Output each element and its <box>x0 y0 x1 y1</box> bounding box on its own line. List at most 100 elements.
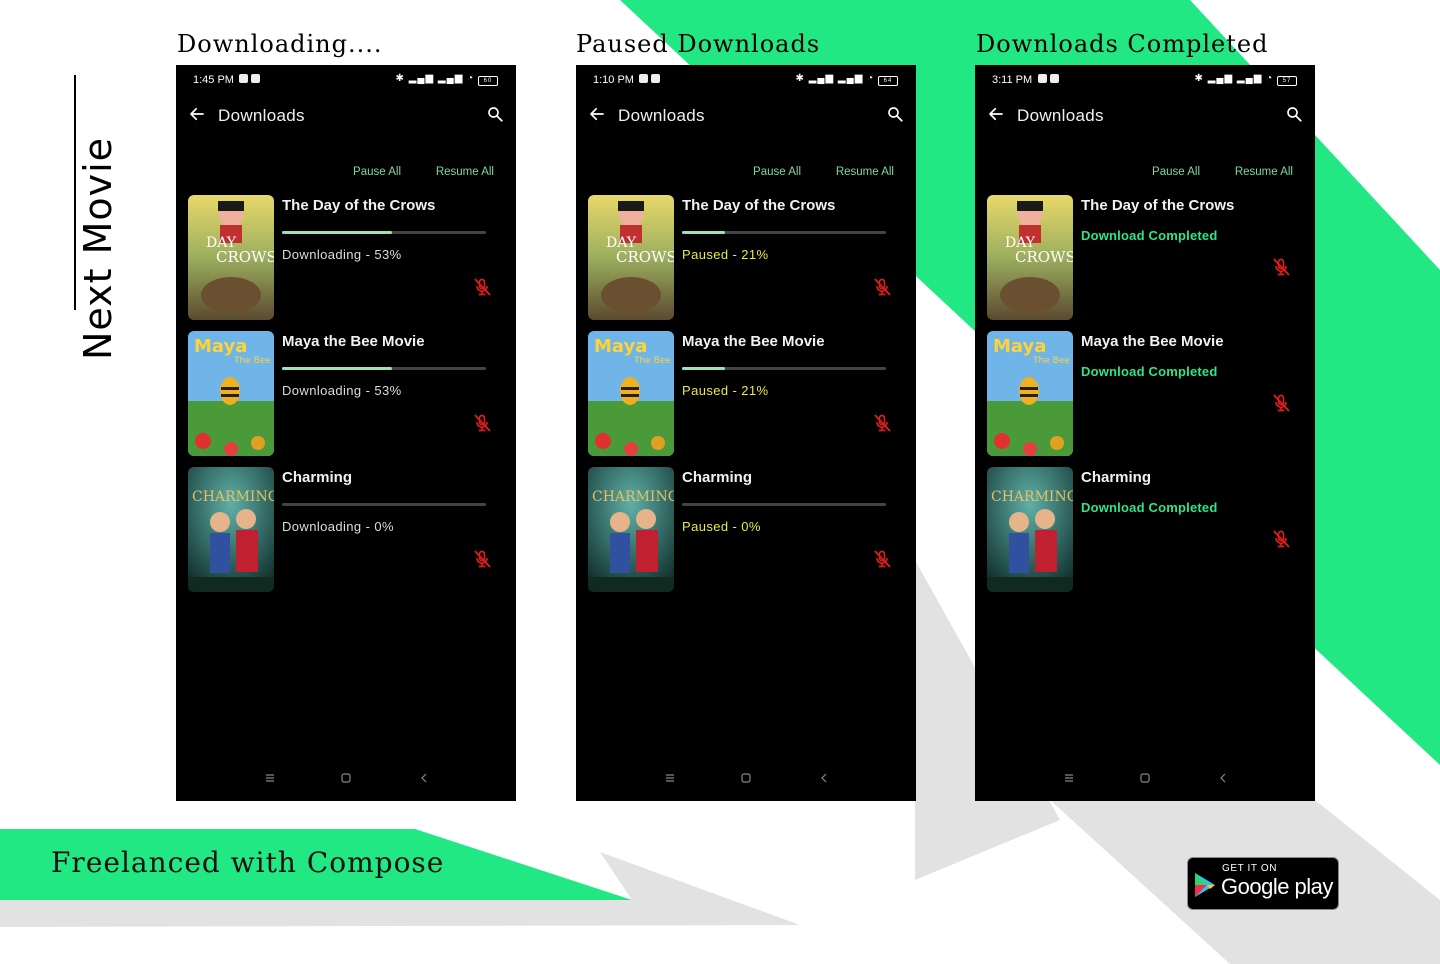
download-item[interactable]: CHARMING Charming Download Completed <box>987 467 1303 593</box>
section-heading-completed: Downloads Completed <box>976 30 1269 58</box>
notification-icons <box>236 73 260 85</box>
top-app-bar: Downloads <box>576 101 916 131</box>
status-time: 3:11 PM <box>992 74 1033 86</box>
movie-title: Charming <box>282 469 353 486</box>
resume-all-button[interactable]: Resume All <box>836 166 894 178</box>
back-arrow-icon[interactable] <box>588 105 606 123</box>
top-app-bar: Downloads <box>176 101 516 131</box>
search-icon[interactable] <box>886 105 904 123</box>
svg-text:The Bee: The Bee <box>1032 356 1070 366</box>
phone-screen-paused: 1:10 PM ✱ ▂▄▆ ▂▄▆ ◔ 64 Downloads Pause A… <box>576 65 916 801</box>
movie-title: The Day of the Crows <box>1081 197 1235 214</box>
system-nav-bar <box>576 771 916 789</box>
movie-poster: Maya The Bee <box>588 331 674 456</box>
download-item[interactable]: DAY CROWS The Day of the Crows Paused - 2… <box>588 195 904 321</box>
progress-track <box>682 367 886 370</box>
resume-all-button[interactable]: Resume All <box>436 166 494 178</box>
svg-text:The Bee: The Bee <box>633 356 671 366</box>
badge-small-text: GET IT ON <box>1222 863 1278 874</box>
google-play-badge[interactable]: GET IT ON Google play <box>1187 857 1339 910</box>
top-app-bar: Downloads <box>975 101 1315 131</box>
battery-level: 64 <box>878 76 898 86</box>
menu-nav-icon[interactable] <box>1062 771 1076 785</box>
svg-text:CHARMING: CHARMING <box>991 489 1073 505</box>
download-status: Paused - 21% <box>682 247 769 262</box>
progress-fill <box>282 231 392 234</box>
download-status: Download Completed <box>1081 228 1218 243</box>
badge-big-text: Google play <box>1221 874 1333 899</box>
download-item[interactable]: CHARMING Charming Downloading - 0% <box>188 467 504 593</box>
notification-icons <box>636 73 660 85</box>
movie-title: Maya the Bee Movie <box>682 333 825 350</box>
mic-off-icon[interactable] <box>472 549 492 569</box>
search-icon[interactable] <box>486 105 504 123</box>
pause-all-button[interactable]: Pause All <box>753 166 801 178</box>
back-nav-icon[interactable] <box>817 771 831 785</box>
back-arrow-icon[interactable] <box>987 105 1005 123</box>
back-nav-icon[interactable] <box>417 771 431 785</box>
mic-off-icon[interactable] <box>1271 529 1291 549</box>
download-status: Downloading - 53% <box>282 383 402 398</box>
app-title-block: Next Movie <box>28 75 120 360</box>
progress-fill <box>282 367 392 370</box>
home-nav-icon[interactable] <box>339 771 353 785</box>
mic-off-icon[interactable] <box>872 413 892 433</box>
mic-off-icon[interactable] <box>1271 393 1291 413</box>
status-bar: 1:45 PM ✱ ▂▄▆ ▂▄▆ ◔ 60 <box>176 65 516 93</box>
mic-off-icon[interactable] <box>472 277 492 297</box>
system-nav-bar <box>975 771 1315 789</box>
search-icon[interactable] <box>1285 105 1303 123</box>
resume-all-button[interactable]: Resume All <box>1235 166 1293 178</box>
status-bar: 1:10 PM ✱ ▂▄▆ ▂▄▆ ◔ 64 <box>576 65 916 93</box>
movie-title: Charming <box>682 469 753 486</box>
movie-title: Maya the Bee Movie <box>1081 333 1224 350</box>
svg-text:CHARMING: CHARMING <box>592 489 674 505</box>
pause-all-button[interactable]: Pause All <box>1152 166 1200 178</box>
movie-title: Maya the Bee Movie <box>282 333 425 350</box>
progress-fill <box>682 367 725 370</box>
mic-off-icon[interactable] <box>1271 257 1291 277</box>
back-nav-icon[interactable] <box>1216 771 1230 785</box>
svg-text:CHARMING: CHARMING <box>192 489 274 505</box>
battery-level: 60 <box>478 76 498 86</box>
mic-off-icon[interactable] <box>472 413 492 433</box>
home-nav-icon[interactable] <box>739 771 753 785</box>
toolbar-title: Downloads <box>1017 106 1104 125</box>
svg-text:Maya: Maya <box>594 336 647 357</box>
menu-nav-icon[interactable] <box>663 771 677 785</box>
section-heading-downloading: Downloading.... <box>177 30 383 58</box>
download-item[interactable]: Maya The Bee Maya the Bee Movie Paused - … <box>588 331 904 457</box>
back-arrow-icon[interactable] <box>188 105 206 123</box>
movie-poster: DAY CROWS <box>188 195 274 320</box>
movie-poster: Maya The Bee <box>188 331 274 456</box>
download-status: Download Completed <box>1081 364 1218 379</box>
signal-icons: ✱ ▂▄▆ ▂▄▆ ◔ 64 <box>796 73 898 86</box>
movie-poster: CHARMING <box>588 467 674 592</box>
home-nav-icon[interactable] <box>1138 771 1152 785</box>
download-item[interactable]: Maya The Bee Maya the Bee Movie Download … <box>987 331 1303 457</box>
footer-title: Freelanced with Compose <box>51 846 445 879</box>
movie-title: The Day of the Crows <box>282 197 436 214</box>
download-status: Paused - 21% <box>682 383 769 398</box>
download-item[interactable]: DAY CROWS The Day of the Crows Downloadin… <box>188 195 504 321</box>
download-item[interactable]: DAY CROWS The Day of the Crows Download C… <box>987 195 1303 321</box>
download-item[interactable]: Maya The Bee Maya the Bee Movie Downloadi… <box>188 331 504 457</box>
status-time: 1:45 PM <box>193 74 234 86</box>
play-triangle-icon <box>1195 873 1215 897</box>
download-item[interactable]: CHARMING Charming Paused - 0% <box>588 467 904 593</box>
menu-nav-icon[interactable] <box>263 771 277 785</box>
toolbar-title: Downloads <box>218 106 305 125</box>
notification-icons <box>1035 73 1059 85</box>
status-bar: 3:11 PM ✱ ▂▄▆ ▂▄▆ ◔ 57 <box>975 65 1315 93</box>
download-status: Paused - 0% <box>682 519 761 534</box>
mic-off-icon[interactable] <box>872 549 892 569</box>
mic-off-icon[interactable] <box>872 277 892 297</box>
movie-poster: DAY CROWS <box>987 195 1073 320</box>
movie-title: The Day of the Crows <box>682 197 836 214</box>
progress-track <box>682 503 886 506</box>
movie-title: Charming <box>1081 469 1152 486</box>
movie-poster: Maya The Bee <box>987 331 1073 456</box>
section-heading-paused: Paused Downloads <box>576 30 821 58</box>
toolbar-title: Downloads <box>618 106 705 125</box>
pause-all-button[interactable]: Pause All <box>353 166 401 178</box>
